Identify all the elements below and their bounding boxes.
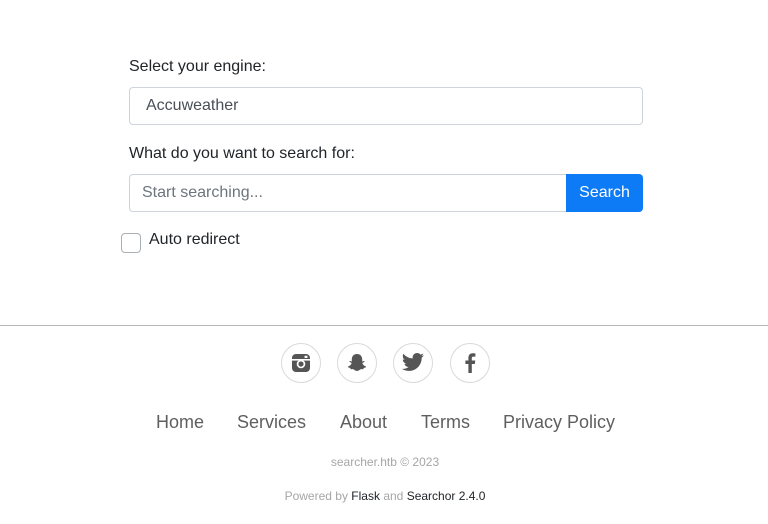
facebook-link[interactable] (450, 343, 490, 383)
nav-services-link[interactable]: Services (237, 412, 306, 433)
instagram-link[interactable] (281, 343, 321, 383)
footer-divider (0, 325, 768, 326)
search-input[interactable] (129, 174, 578, 212)
twitter-link[interactable] (393, 343, 433, 383)
nav-about-link[interactable]: About (340, 412, 387, 433)
nav-home-link[interactable]: Home (156, 412, 204, 433)
engine-label: Select your engine: (129, 58, 266, 75)
snapchat-icon (347, 354, 367, 371)
searchor-link[interactable]: Searchor 2.4.0 (407, 489, 486, 503)
powered-prefix: Powered by (284, 489, 348, 503)
powered-by: Powered by Flask and Searchor 2.4.0 (0, 489, 768, 503)
copyright-text: searcher.htb © 2023 (330, 455, 440, 469)
engine-select[interactable]: Accuweather (129, 87, 643, 125)
snapchat-link[interactable] (337, 343, 377, 383)
search-button[interactable]: Search (566, 174, 643, 212)
engine-selected-value: Accuweather (146, 97, 239, 114)
instagram-icon (292, 354, 310, 372)
flask-link[interactable]: Flask (351, 489, 380, 503)
nav-terms-link[interactable]: Terms (421, 412, 470, 433)
search-input-group: Search (129, 174, 643, 212)
query-label: What do you want to search for: (129, 145, 355, 162)
auto-redirect-checkbox[interactable] (121, 233, 141, 253)
auto-redirect-label: Auto redirect (149, 231, 240, 248)
facebook-icon (465, 353, 476, 373)
powered-and: and (383, 489, 404, 503)
nav-privacy-link[interactable]: Privacy Policy (503, 412, 615, 433)
twitter-icon (402, 353, 424, 371)
